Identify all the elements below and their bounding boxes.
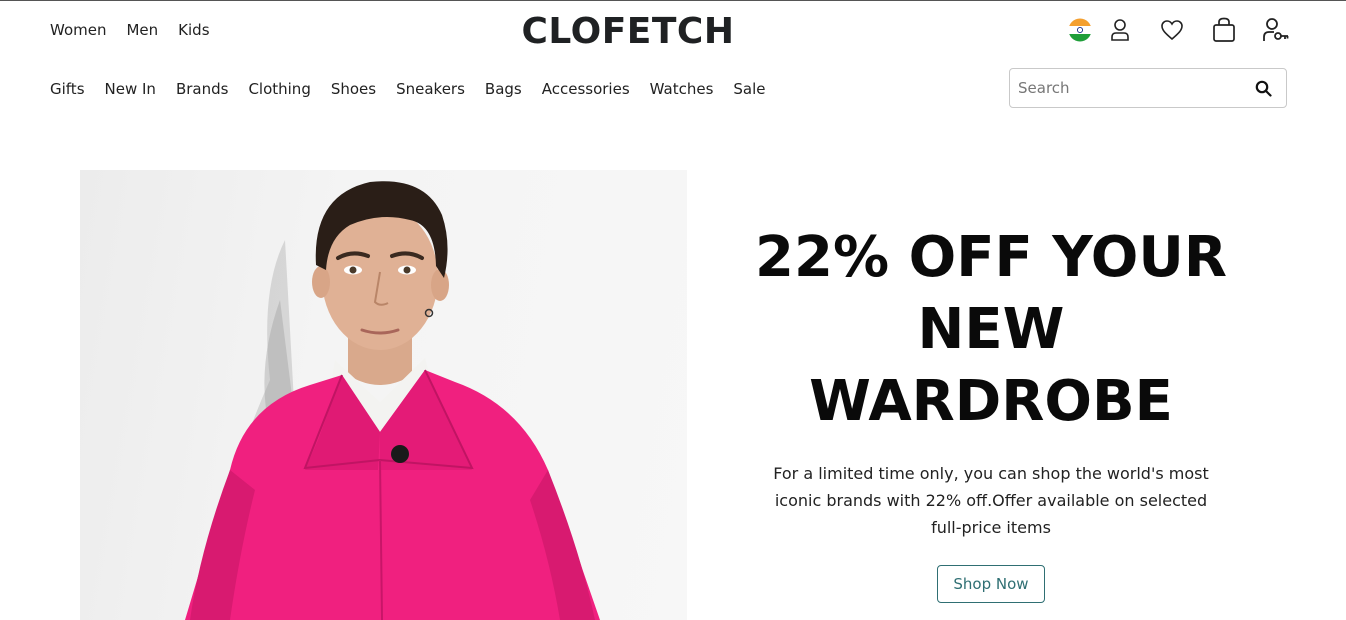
headline-line-2: NEW WARDROBE [809,297,1173,434]
nav-accessories[interactable]: Accessories [542,79,630,99]
account-button[interactable] [1094,15,1146,45]
user-key-icon [1263,18,1289,41]
hero-image [80,170,687,620]
nav-gifts[interactable]: Gifts [50,79,85,99]
india-flag-icon [1068,18,1092,42]
nav-shoes[interactable]: Shoes [331,79,376,99]
nav-clothing[interactable]: Clothing [248,79,310,99]
user-icon [1111,19,1129,41]
category-nav: Gifts New In Brands Clothing Shoes Sneak… [50,79,766,99]
search-input[interactable] [1018,77,1248,99]
country-selector[interactable] [1066,15,1094,45]
model-photo [185,181,600,620]
headline-line-1: 22% OFF YOUR [755,225,1227,290]
hero-subtext: For a limited time only, you can shop th… [773,464,1209,537]
header-icons [1066,15,1302,45]
hero-text: 22% OFF YOUR NEW WARDROBE For a limited … [735,222,1247,603]
nav-watches[interactable]: Watches [650,79,714,99]
nav-new-in[interactable]: New In [105,79,156,99]
search-box [1009,68,1287,108]
nav-sale[interactable]: Sale [733,79,765,99]
shop-now-button[interactable]: Shop Now [937,565,1045,603]
nav-bags[interactable]: Bags [485,79,522,99]
top-border [0,0,1346,1]
bag-button[interactable] [1198,15,1250,45]
login-button[interactable] [1250,15,1302,45]
nav-sneakers[interactable]: Sneakers [396,79,465,99]
heart-icon [1161,20,1183,41]
nav-brands[interactable]: Brands [176,79,229,99]
hero-headline: 22% OFF YOUR NEW WARDROBE [735,222,1247,438]
search-icon[interactable] [1255,80,1272,101]
bag-icon [1213,17,1235,42]
wishlist-button[interactable] [1146,15,1198,45]
